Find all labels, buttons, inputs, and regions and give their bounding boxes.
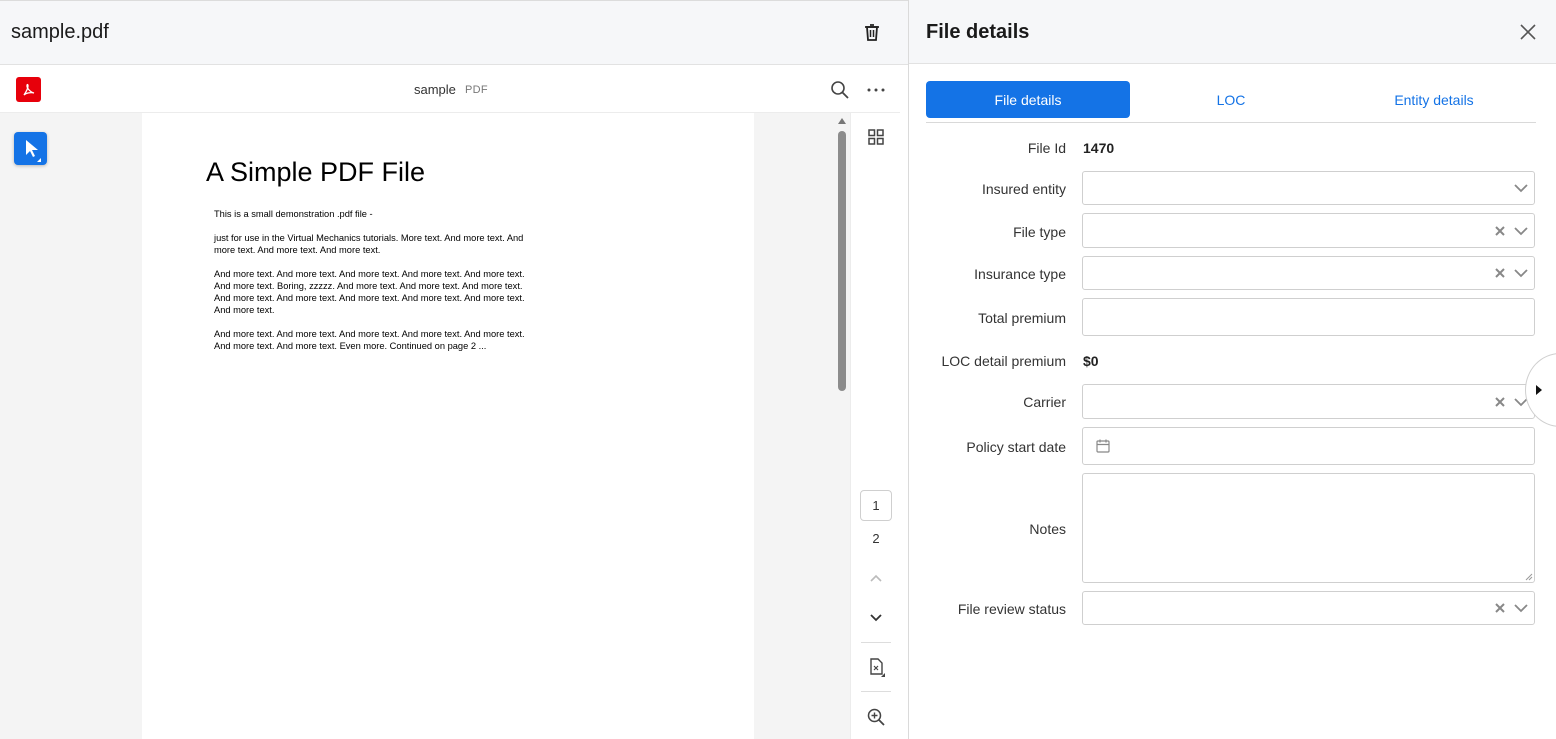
insured-entity-label: Insured entity — [981, 181, 1066, 197]
clear-icon[interactable] — [1495, 225, 1505, 236]
chevron-down-icon[interactable] — [1514, 225, 1528, 237]
document-header: sample.pdf — [0, 1, 908, 65]
file-review-status-select[interactable] — [1082, 591, 1535, 625]
pdf-paragraph: And more text. And more text. And more t… — [214, 329, 525, 351]
document-pane: sample.pdf sample PDF A Simple PDF File … — [0, 0, 908, 739]
select-tool-button[interactable] — [14, 132, 47, 165]
pdf-page: A Simple PDF File This is a small demons… — [142, 113, 754, 739]
thumbnails-icon[interactable] — [866, 127, 886, 147]
resize-handle-icon[interactable] — [1525, 573, 1533, 581]
total-premium-input[interactable] — [1082, 298, 1535, 336]
search-icon[interactable] — [830, 80, 850, 100]
insurance-type-select[interactable] — [1082, 256, 1535, 290]
calendar-icon[interactable] — [1095, 438, 1111, 454]
insurance-type-label: Insurance type — [974, 266, 1066, 282]
scroll-thumb[interactable] — [838, 131, 846, 391]
clear-icon[interactable] — [1495, 603, 1505, 613]
notes-textarea[interactable] — [1082, 473, 1535, 583]
rail-divider — [861, 691, 891, 692]
page-1-button[interactable]: 1 — [860, 490, 892, 521]
carrier-label: Carrier — [1023, 394, 1066, 410]
notes-label: Notes — [1029, 521, 1066, 537]
insured-entity-select[interactable] — [1082, 171, 1535, 205]
rail-divider — [861, 642, 891, 643]
tab-loc[interactable]: LOC — [1129, 81, 1333, 118]
scroll-up-icon[interactable] — [838, 118, 846, 124]
app-root: sample.pdf sample PDF A Simple PDF File … — [0, 0, 1556, 739]
panel-title: File details — [926, 21, 1030, 43]
more-options-icon[interactable] — [866, 80, 886, 100]
file-review-status-label: File review status — [957, 601, 1066, 617]
caret-right-icon — [1536, 385, 1542, 395]
file-id-value: 1470 — [1083, 140, 1115, 156]
loc-detail-premium-label: LOC detail premium — [941, 353, 1067, 369]
carrier-select[interactable] — [1082, 384, 1535, 419]
page-tools-icon[interactable] — [866, 657, 886, 677]
file-details-panel: File details File details LOC Entity det… — [908, 0, 1556, 739]
pdf-heading: A Simple PDF File — [206, 157, 426, 187]
vertical-scrollbar[interactable] — [834, 113, 850, 739]
chevron-down-icon[interactable] — [866, 607, 886, 627]
file-type-select[interactable] — [1082, 213, 1535, 248]
tab-entity-details[interactable]: Entity details — [1332, 81, 1536, 118]
zoom-in-icon[interactable] — [866, 707, 886, 727]
policy-start-date-label: Policy start date — [966, 439, 1066, 455]
pdf-paragraph: just for use in the Virtual Mechanics tu… — [214, 233, 524, 255]
viewer-toolbar: sample PDF — [0, 66, 900, 113]
pdf-paragraph: This is a small demonstration .pdf file … — [214, 209, 373, 219]
file-title: sample.pdf — [11, 21, 109, 43]
document-extension: PDF — [465, 84, 488, 96]
file-id-label: File Id — [1027, 140, 1066, 156]
close-icon[interactable] — [1519, 23, 1537, 41]
chevron-down-icon[interactable] — [1514, 602, 1528, 614]
tab-bar: File details LOC Entity details — [926, 81, 1536, 123]
page-rail: 1 2 — [850, 113, 900, 739]
loc-detail-premium-value: $0 — [1083, 353, 1099, 369]
page-2-button[interactable]: 2 — [860, 531, 892, 546]
cursor-icon — [26, 140, 41, 162]
chevron-down-icon[interactable] — [1514, 267, 1528, 279]
pdf-paragraph: And more text. And more text. And more t… — [214, 269, 525, 315]
acrobat-logo-icon — [16, 77, 41, 102]
tab-file-details[interactable]: File details — [926, 81, 1130, 118]
total-premium-label: Total premium — [978, 310, 1066, 326]
clear-icon[interactable] — [1495, 396, 1505, 407]
document-name: sample — [414, 82, 456, 97]
chevron-up-icon[interactable] — [866, 568, 886, 588]
viewer-body: A Simple PDF File This is a small demons… — [0, 113, 850, 739]
file-type-label: File type — [1013, 224, 1066, 240]
policy-start-date-input[interactable] — [1082, 427, 1535, 465]
panel-header: File details — [909, 0, 1556, 64]
chevron-down-icon[interactable] — [1514, 182, 1528, 194]
clear-icon[interactable] — [1495, 268, 1505, 278]
trash-icon[interactable] — [862, 22, 882, 42]
